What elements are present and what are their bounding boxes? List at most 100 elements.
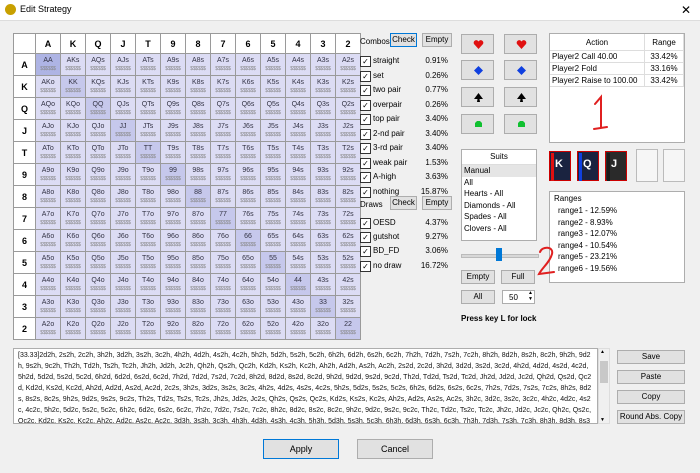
suits-item[interactable]: Spades - All: [462, 211, 536, 223]
hand-cell-Q6s[interactable]: Q6s $$$$$$: [235, 97, 261, 120]
hand-cell-T9s[interactable]: T9s $$$$$$: [160, 141, 186, 164]
hand-cell-Q7s[interactable]: Q7s $$$$$$: [210, 97, 236, 120]
checkbox-checked-icon[interactable]: ✓: [360, 99, 371, 111]
hand-cell-KTo[interactable]: KTo $$$$$$: [60, 141, 86, 164]
percent-spinbox[interactable]: 50 ▲ ▼: [502, 290, 535, 304]
hand-cell-82o[interactable]: 82o $$$$$$: [185, 317, 211, 340]
board-card[interactable]: K: [549, 151, 571, 181]
hand-cell-52s[interactable]: 52s $$$$$$: [335, 251, 361, 274]
hand-cell-A4s[interactable]: A4s $$$$$$: [285, 53, 311, 76]
board-card[interactable]: Q: [577, 151, 599, 181]
suits-item[interactable]: All: [462, 177, 536, 189]
hand-cell-76o[interactable]: 76o $$$$$$: [210, 229, 236, 252]
hand-cell-84o[interactable]: 84o $$$$$$: [185, 273, 211, 296]
draws-row-1[interactable]: ✓ gutshot 9.27%: [360, 232, 448, 244]
hand-cell-A4o[interactable]: A4o $$$$$$: [35, 273, 61, 296]
hand-cell-82s[interactable]: 82s $$$$$$: [335, 185, 361, 208]
hand-cell-93o[interactable]: 93o $$$$$$: [160, 295, 186, 318]
hand-cell-QQ[interactable]: QQ $$$$$$: [85, 97, 111, 120]
hand-cell-J9s[interactable]: J9s $$$$$$: [160, 119, 186, 142]
hand-cell-T8s[interactable]: T8s $$$$$$: [185, 141, 211, 164]
draws-empty-button[interactable]: Empty: [422, 196, 452, 210]
hand-cell-Q3o[interactable]: Q3o $$$$$$: [85, 295, 111, 318]
hand-cell-62o[interactable]: 62o $$$$$$: [235, 317, 261, 340]
hand-cell-T8o[interactable]: T8o $$$$$$: [135, 185, 161, 208]
hand-cell-Q5s[interactable]: Q5s $$$$$$: [260, 97, 286, 120]
hand-cell-K7s[interactable]: K7s $$$$$$: [210, 75, 236, 98]
spin-arrows-icon[interactable]: ▲ ▼: [528, 290, 533, 302]
combos-row-1[interactable]: ✓ set 0.26%: [360, 70, 448, 83]
suits-listbox[interactable]: Suits Manual All Hearts - All Diamonds - Al…: [461, 149, 537, 241]
hand-cell-K4s[interactable]: K4s $$$$$$: [285, 75, 311, 98]
hand-cell-J9o[interactable]: J9o $$$$$$: [110, 163, 136, 186]
hand-cell-J6o[interactable]: J6o $$$$$$: [110, 229, 136, 252]
hand-cell-A6o[interactable]: A6o $$$$$$: [35, 229, 61, 252]
hand-cell-Q4s[interactable]: Q4s $$$$$$: [285, 97, 311, 120]
checkbox-checked-icon[interactable]: ✓: [360, 85, 371, 96]
hand-cell-85o[interactable]: 85o $$$$$$: [185, 251, 211, 274]
hand-cell-J8o[interactable]: J8o $$$$$$: [110, 185, 136, 208]
hand-cell-99[interactable]: 99 $$$$$$: [160, 163, 186, 186]
hand-cell-Q2o[interactable]: Q2o $$$$$$: [85, 317, 111, 340]
hand-cell-44[interactable]: 44 $$$$$$: [285, 273, 311, 296]
hand-cell-66[interactable]: 66 $$$$$$: [235, 229, 261, 252]
hand-cell-95s[interactable]: 95s $$$$$$: [260, 163, 286, 186]
checkbox-checked-icon[interactable]: ✓: [360, 246, 371, 258]
combos-row-2[interactable]: ✓ two pair 0.77%: [360, 85, 448, 97]
hand-cell-A3o[interactable]: A3o $$$$$$: [35, 295, 61, 318]
ranges-item[interactable]: range6 - 19.56%: [550, 263, 684, 275]
hand-cell-72o[interactable]: 72o $$$$$$: [210, 317, 236, 340]
hand-cell-Q6o[interactable]: Q6o $$$$$$: [85, 229, 111, 252]
hand-cell-A9o[interactable]: A9o $$$$$$: [35, 163, 61, 186]
hand-cell-A9s[interactable]: A9s $$$$$$: [160, 53, 186, 76]
hand-cell-J4s[interactable]: J4s $$$$$$: [285, 119, 311, 142]
combos-row-7[interactable]: ✓ weak pair 1.53%: [360, 157, 448, 170]
hand-cell-32s[interactable]: 32s $$$$$$: [335, 295, 361, 318]
hand-cell-AKs[interactable]: AKs $$$$$$: [60, 53, 86, 76]
draws-row-0[interactable]: ✓ OESD 4.37%: [360, 218, 448, 230]
hand-cell-T4o[interactable]: T4o $$$$$$: [135, 273, 161, 296]
hand-cell-55[interactable]: 55 $$$$$$: [260, 251, 286, 274]
round-abs-copy-button[interactable]: Round Abs. Copy: [617, 410, 685, 424]
checkbox-checked-icon[interactable]: ✓: [360, 186, 371, 198]
hand-cell-KQo[interactable]: KQo $$$$$$: [60, 97, 86, 120]
save-button[interactable]: Save: [617, 350, 685, 364]
checkbox-checked-icon[interactable]: ✓: [360, 157, 371, 169]
hand-cell-JJ[interactable]: JJ $$$$$$: [110, 119, 136, 142]
draws-row-3[interactable]: ✓ no draw 16.72%: [360, 260, 448, 273]
hand-cell-65o[interactable]: 65o $$$$$$: [235, 251, 261, 274]
hand-cell-K8o[interactable]: K8o $$$$$$: [60, 185, 86, 208]
hand-cell-54o[interactable]: 54o $$$$$$: [260, 273, 286, 296]
hand-cell-KTs[interactable]: KTs $$$$$$: [135, 75, 161, 98]
hand-cell-KK[interactable]: KK $$$$$$: [60, 75, 86, 98]
hand-cell-A5o[interactable]: A5o $$$$$$: [35, 251, 61, 274]
checkbox-checked-icon[interactable]: ✓: [360, 232, 371, 244]
hand-cell-A8s[interactable]: A8s $$$$$$: [185, 53, 211, 76]
apply-button[interactable]: Apply: [263, 439, 339, 459]
copy-button[interactable]: Copy: [617, 390, 685, 404]
range-text-area[interactable]: [33.33]2d2h, 2s2h, 2c2h, 3h2h, 3d2h, 3s2…: [13, 348, 598, 424]
hand-cell-53o[interactable]: 53o $$$$$$: [260, 295, 286, 318]
hand-cell-T7s[interactable]: T7s $$$$$$: [210, 141, 236, 164]
hand-cell-Q7o[interactable]: Q7o $$$$$$: [85, 207, 111, 230]
hand-cell-K9s[interactable]: K9s $$$$$$: [160, 75, 186, 98]
ranges-item[interactable]: range5 - 23.21%: [550, 251, 684, 263]
suit-filter-diamonds-suited[interactable]: [504, 60, 537, 80]
hand-cell-43o[interactable]: 43o $$$$$$: [285, 295, 311, 318]
hand-cell-KJo[interactable]: KJo $$$$$$: [60, 119, 86, 142]
hand-cell-Q4o[interactable]: Q4o $$$$$$: [85, 273, 111, 296]
draws-check-button[interactable]: Check: [390, 196, 417, 210]
combos-row-5[interactable]: ✓ 2-nd pair 3.40%: [360, 128, 448, 141]
checkbox-checked-icon[interactable]: ✓: [360, 172, 371, 183]
hand-cell-QTs[interactable]: QTs $$$$$$: [135, 97, 161, 120]
hand-cell-Q5o[interactable]: Q5o $$$$$$: [85, 251, 111, 274]
action-row[interactable]: Player2 Raise to 100.00 33.42%: [550, 74, 684, 87]
hand-cell-32o[interactable]: 32o $$$$$$: [310, 317, 336, 340]
hand-cell-J5s[interactable]: J5s $$$$$$: [260, 119, 286, 142]
hand-cell-AQs[interactable]: AQs $$$$$$: [85, 53, 111, 76]
suit-filter-spades-suited[interactable]: [504, 87, 537, 107]
checkbox-checked-icon[interactable]: ✓: [360, 260, 371, 272]
hand-cell-62s[interactable]: 62s $$$$$$: [335, 229, 361, 252]
hand-cell-83o[interactable]: 83o $$$$$$: [185, 295, 211, 318]
all-button[interactable]: All: [461, 290, 495, 304]
